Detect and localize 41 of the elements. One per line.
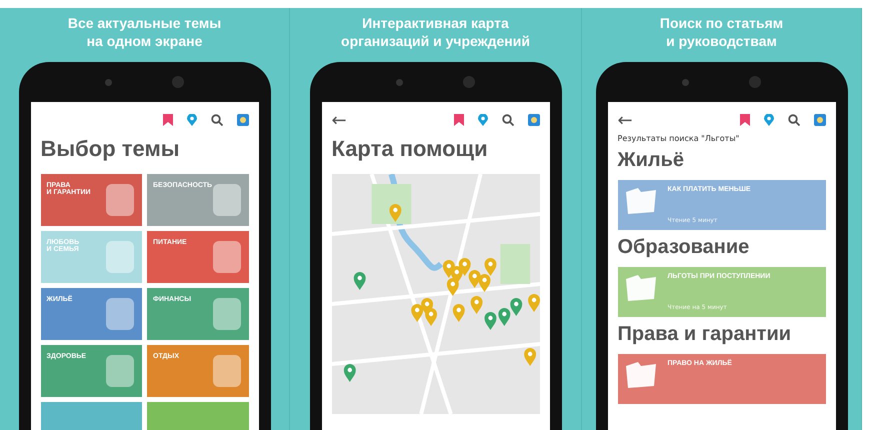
- app-icon[interactable]: [236, 114, 248, 126]
- search-icon[interactable]: [502, 114, 514, 126]
- picture-placeholder: [212, 184, 240, 216]
- search-icon[interactable]: [788, 114, 800, 126]
- folder-icon: [624, 360, 658, 388]
- folder-icon: [624, 273, 658, 301]
- picture-placeholder: [212, 241, 240, 273]
- bookmark-icon[interactable]: [162, 114, 172, 126]
- camera-icon: [682, 78, 689, 86]
- folder-icon: [624, 186, 658, 214]
- map-drawing[interactable]: [332, 174, 540, 414]
- app-icon[interactable]: [528, 114, 540, 126]
- search-icon[interactable]: [210, 114, 222, 126]
- picture-placeholder: [106, 184, 134, 216]
- picture-placeholder: [212, 298, 240, 330]
- section-heading: Жильё: [618, 149, 685, 172]
- back-button[interactable]: ←: [332, 110, 347, 130]
- location-pin-icon[interactable]: [478, 114, 488, 126]
- picture-placeholder: [106, 298, 134, 330]
- bookmark-icon[interactable]: [454, 114, 464, 126]
- camera-icon: [105, 78, 112, 86]
- location-pin-icon[interactable]: [764, 114, 774, 126]
- section-heading: Образование: [618, 236, 750, 259]
- location-pin-icon[interactable]: [186, 114, 196, 126]
- bookmark-icon[interactable]: [740, 114, 750, 126]
- back-button[interactable]: ←: [618, 110, 633, 130]
- camera-icon: [396, 78, 403, 86]
- picture-placeholder: [212, 355, 240, 387]
- speaker-icon: [463, 76, 475, 88]
- picture-placeholder: [106, 241, 134, 273]
- screen-title: Выбор темы: [40, 136, 181, 162]
- speaker-icon: [749, 76, 761, 88]
- app-icon[interactable]: [814, 114, 826, 126]
- speaker-icon: [172, 76, 184, 88]
- promo-caption: Интерактивная карта организаций и учреждений: [341, 14, 530, 50]
- search-results-label: Результаты поиска "Льготы": [618, 134, 740, 143]
- promo-caption: Поиск по статьям и руководствам: [660, 14, 784, 50]
- promo-caption: Все актуальные темы на одном экране: [68, 14, 222, 50]
- picture-placeholder: [106, 355, 134, 387]
- section-heading: Права и гарантии: [618, 323, 792, 346]
- screen-title: Карта помощи: [332, 136, 489, 162]
